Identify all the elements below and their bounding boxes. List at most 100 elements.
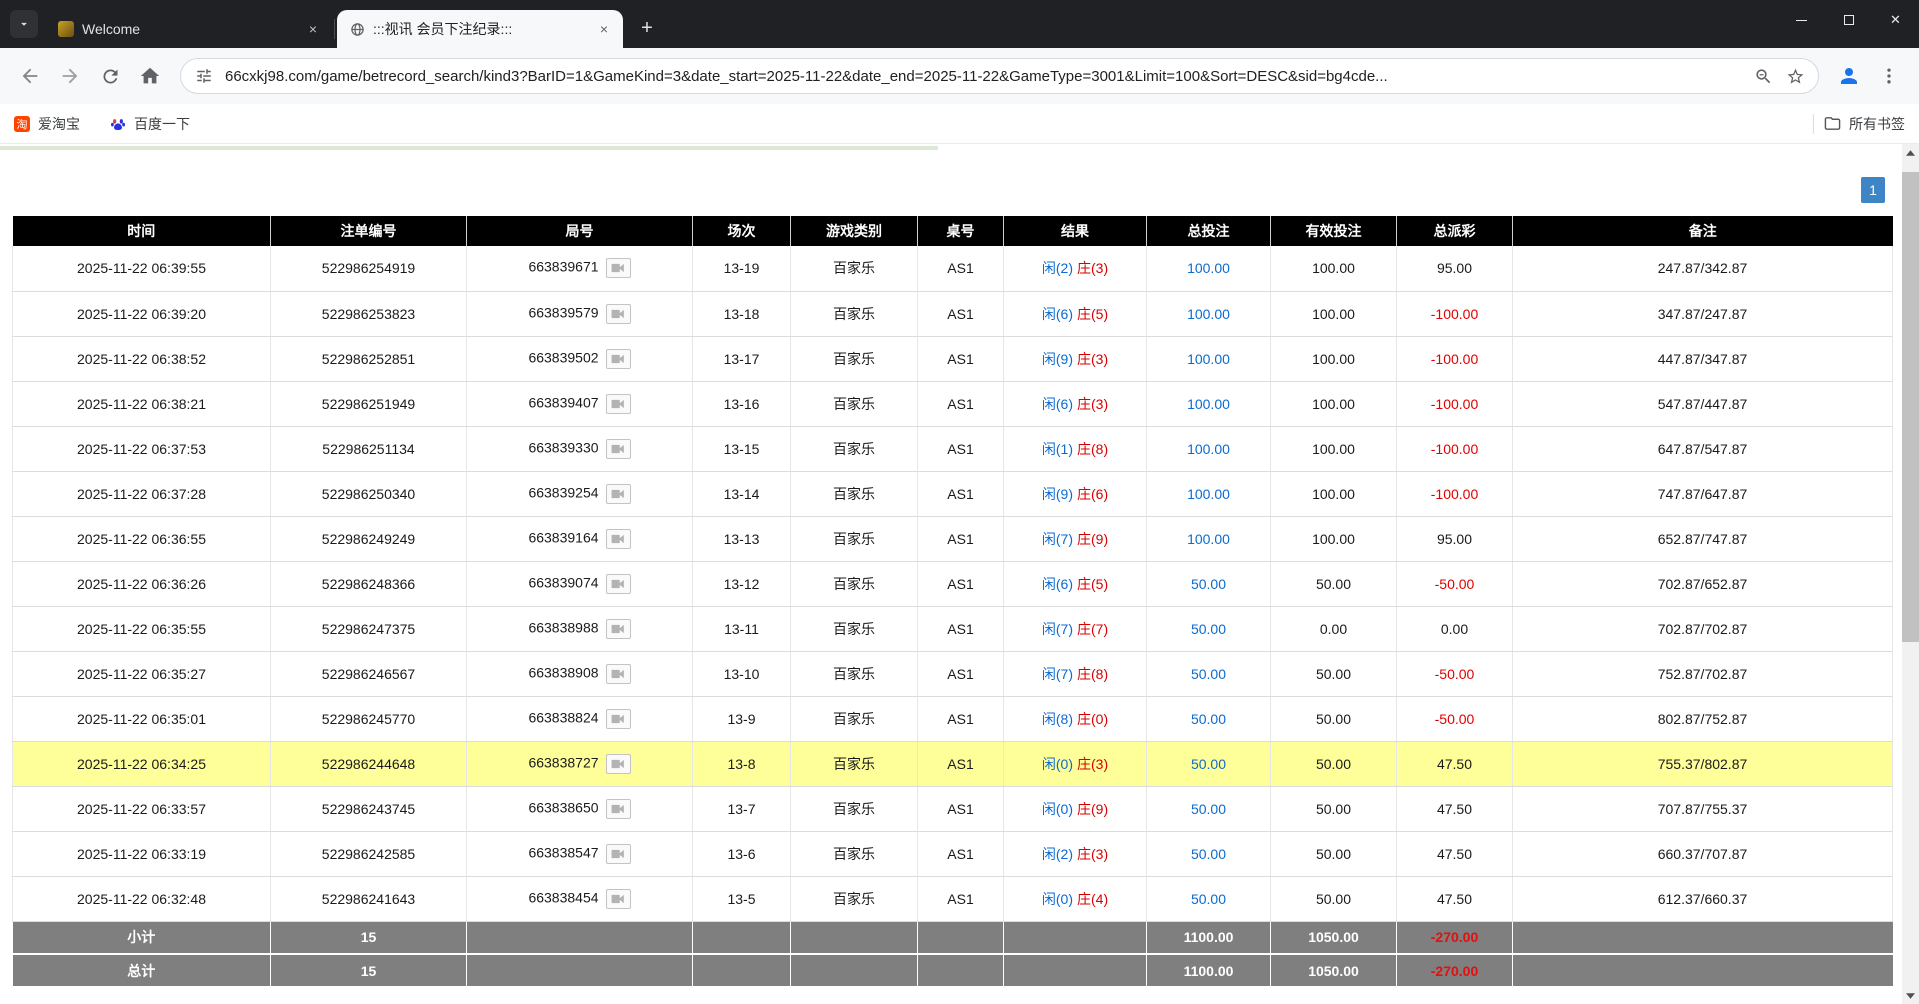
cell-time: 2025-11-22 06:37:53 — [13, 426, 271, 471]
cell-remark: 447.87/347.87 — [1513, 336, 1893, 381]
minimize-button[interactable] — [1778, 0, 1825, 40]
cell-bet-id: 522986245770 — [271, 696, 467, 741]
cell-total-bet-link[interactable]: 100.00 — [1147, 291, 1271, 336]
tab-close-icon[interactable]: × — [595, 20, 613, 38]
cell-total-bet-link[interactable]: 50.00 — [1147, 741, 1271, 786]
cell-time: 2025-11-22 06:37:28 — [13, 471, 271, 516]
result-player: 闲(1) — [1042, 441, 1073, 457]
cell-game-type: 百家乐 — [791, 246, 918, 291]
scroll-up-button[interactable] — [1902, 144, 1919, 161]
cell-round: 663838824 — [467, 696, 693, 741]
all-bookmarks-button[interactable]: 所有书签 — [1824, 114, 1905, 134]
replay-video-icon[interactable] — [606, 529, 631, 549]
bookmark-star-icon[interactable] — [1784, 65, 1806, 87]
cell-session: 13-11 — [693, 606, 791, 651]
new-tab-button[interactable]: + — [633, 14, 661, 42]
replay-video-icon[interactable] — [606, 799, 631, 819]
bookmark-label: 爱淘宝 — [38, 114, 80, 134]
cell-total-bet-link[interactable]: 50.00 — [1147, 696, 1271, 741]
round-number: 663839579 — [528, 304, 598, 320]
cell-table-no: AS1 — [918, 291, 1004, 336]
column-header: 注单编号 — [271, 216, 467, 246]
cell-session: 13-16 — [693, 381, 791, 426]
cell-total-bet-link[interactable]: 50.00 — [1147, 876, 1271, 921]
empty-cell — [467, 954, 693, 987]
site-info-icon[interactable] — [193, 65, 215, 87]
cell-total-bet-link[interactable]: 50.00 — [1147, 561, 1271, 606]
close-button[interactable]: ✕ — [1872, 0, 1919, 40]
replay-video-icon[interactable] — [606, 484, 631, 504]
cell-valid-bet: 50.00 — [1271, 696, 1397, 741]
cell-total-bet-link[interactable]: 100.00 — [1147, 471, 1271, 516]
cell-total-bet-link[interactable]: 50.00 — [1147, 651, 1271, 696]
cell-round: 663838650 — [467, 786, 693, 831]
round-number: 663839254 — [528, 484, 598, 500]
cell-total-bet-link[interactable]: 100.00 — [1147, 426, 1271, 471]
cell-game-type: 百家乐 — [791, 381, 918, 426]
cell-total-bet-link[interactable]: 100.00 — [1147, 381, 1271, 426]
cell-total-bet-link[interactable]: 50.00 — [1147, 606, 1271, 651]
reload-button[interactable] — [92, 58, 128, 94]
table-header-row: 时间注单编号局号场次游戏类别桌号结果总投注有效投注总派彩备注 — [13, 216, 1893, 246]
menu-button[interactable] — [1871, 58, 1907, 94]
tab-bet-record[interactable]: :::视讯 会员下注纪录::: × — [337, 10, 623, 48]
replay-video-icon[interactable] — [606, 258, 631, 278]
maximize-button[interactable] — [1825, 0, 1872, 40]
vertical-scrollbar[interactable] — [1902, 144, 1919, 1004]
cell-valid-bet: 50.00 — [1271, 561, 1397, 606]
cell-total-bet-link[interactable]: 50.00 — [1147, 786, 1271, 831]
browser-window: Welcome × :::视讯 会员下注纪录::: × + ✕ — [0, 0, 1919, 1004]
table-row: 2025-11-22 06:33:57 522986243745 6638386… — [13, 786, 1893, 831]
cell-valid-bet: 0.00 — [1271, 606, 1397, 651]
replay-video-icon[interactable] — [606, 709, 631, 729]
bookmark-label: 百度一下 — [134, 114, 190, 134]
tab-welcome[interactable]: Welcome × — [46, 10, 332, 48]
column-header: 总派彩 — [1397, 216, 1513, 246]
cell-total-bet-link[interactable]: 100.00 — [1147, 246, 1271, 291]
cell-total-bet-link[interactable]: 100.00 — [1147, 516, 1271, 561]
replay-video-icon[interactable] — [606, 754, 631, 774]
scrollbar-thumb[interactable] — [1902, 172, 1919, 642]
cell-round: 663839074 — [467, 561, 693, 606]
url-text[interactable]: 66cxkj98.com/game/betrecord_search/kind3… — [225, 68, 1742, 85]
replay-video-icon[interactable] — [606, 619, 631, 639]
total-count: 15 — [271, 954, 467, 987]
forward-button[interactable] — [52, 58, 88, 94]
replay-video-icon[interactable] — [606, 349, 631, 369]
cell-total-bet-link[interactable]: 100.00 — [1147, 336, 1271, 381]
replay-video-icon[interactable] — [606, 664, 631, 684]
cell-game-type: 百家乐 — [791, 291, 918, 336]
cell-table-no: AS1 — [918, 381, 1004, 426]
cell-remark: 647.87/547.87 — [1513, 426, 1893, 471]
profile-button[interactable] — [1831, 58, 1867, 94]
cell-remark: 752.87/702.87 — [1513, 651, 1893, 696]
table-row: 2025-11-22 06:32:48 522986241643 6638384… — [13, 876, 1893, 921]
back-button[interactable] — [12, 58, 48, 94]
replay-video-icon[interactable] — [606, 574, 631, 594]
pagination-page-1-button[interactable]: 1 — [1861, 177, 1885, 203]
cell-time: 2025-11-22 06:36:26 — [13, 561, 271, 606]
cell-remark: 702.87/702.87 — [1513, 606, 1893, 651]
cell-total-bet-link[interactable]: 50.00 — [1147, 831, 1271, 876]
table-row: 2025-11-22 06:36:55 522986249249 6638391… — [13, 516, 1893, 561]
replay-video-icon[interactable] — [606, 889, 631, 909]
bet-record-table-wrap: 时间注单编号局号场次游戏类别桌号结果总投注有效投注总派彩备注 2025-11-2… — [12, 216, 1893, 988]
cell-remark: 547.87/447.87 — [1513, 381, 1893, 426]
cell-result: 闲(6)庄(3) — [1004, 381, 1147, 426]
table-row: 2025-11-22 06:38:52 522986252851 6638395… — [13, 336, 1893, 381]
cell-remark: 707.87/755.37 — [1513, 786, 1893, 831]
replay-video-icon[interactable] — [606, 844, 631, 864]
replay-video-icon[interactable] — [606, 304, 631, 324]
scroll-down-button[interactable] — [1902, 987, 1919, 1004]
replay-video-icon[interactable] — [606, 394, 631, 414]
zoom-indicator-icon[interactable] — [1752, 65, 1774, 87]
tab-search-button[interactable] — [10, 10, 38, 38]
cell-remark: 702.87/652.87 — [1513, 561, 1893, 606]
bookmark-baidu[interactable]: 百度一下 — [110, 114, 190, 134]
home-button[interactable] — [132, 58, 168, 94]
bookmark-taobao[interactable]: 淘 爱淘宝 — [14, 114, 80, 134]
round-number: 663839502 — [528, 349, 598, 365]
replay-video-icon[interactable] — [606, 439, 631, 459]
address-bar[interactable]: 66cxkj98.com/game/betrecord_search/kind3… — [180, 58, 1819, 94]
tab-close-icon[interactable]: × — [304, 20, 322, 38]
